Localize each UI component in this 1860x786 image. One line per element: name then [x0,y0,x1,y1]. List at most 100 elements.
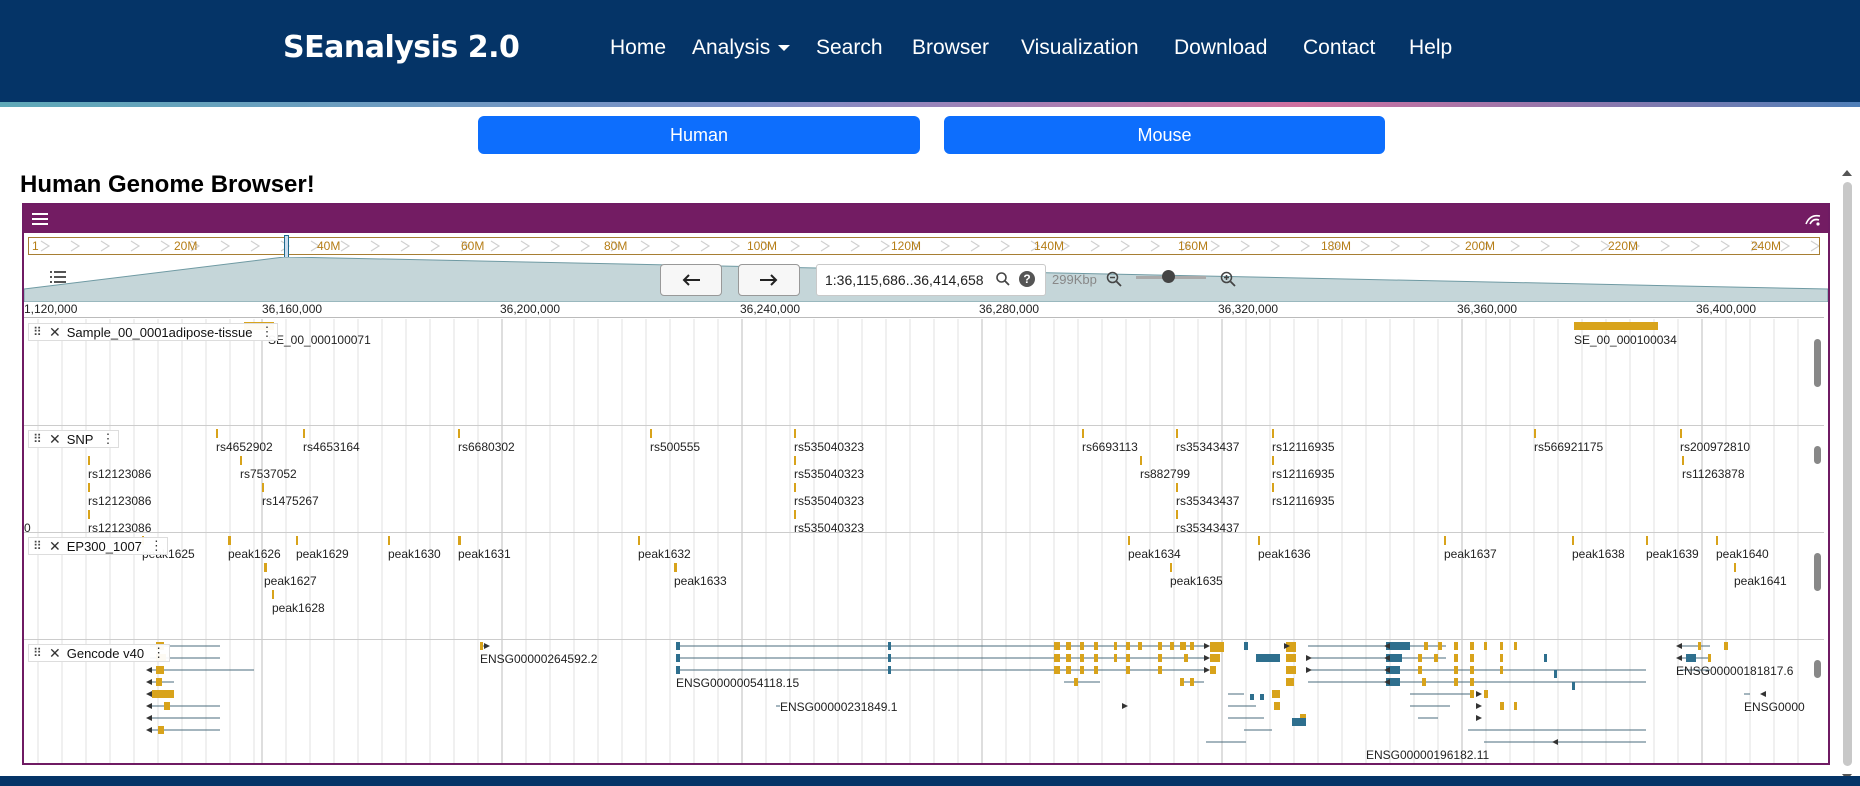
snp-marker[interactable] [1176,510,1178,519]
track-menu-icon[interactable]: ⋮ [150,538,163,554]
scroll-up-icon[interactable] [1842,170,1852,176]
drag-handle-icon[interactable]: ⠿ [33,647,43,659]
search-icon[interactable] [996,272,1010,286]
snp-label: rs11263878 [1682,467,1745,481]
mouse-button[interactable]: Mouse [944,116,1385,154]
page-scrollbar[interactable] [1838,170,1856,780]
snp-label: rs1475267 [262,494,319,508]
snp-marker[interactable] [1176,483,1178,492]
snp-marker[interactable] [458,429,460,438]
track-list-icon[interactable] [50,270,66,284]
peak-marker[interactable] [388,536,390,545]
zoom-slider-handle[interactable] [1162,270,1175,283]
snp-marker[interactable] [262,483,264,492]
snp-marker[interactable] [88,510,90,519]
peak-label: peak1628 [272,601,325,615]
snp-marker[interactable] [794,510,796,519]
peak-marker[interactable] [1170,563,1172,572]
snp-marker[interactable] [1272,456,1274,465]
track-scrollbar[interactable] [1812,535,1822,637]
track-scroll-thumb[interactable] [1814,446,1821,464]
peak-marker[interactable] [1128,536,1130,545]
track-scroll-thumb[interactable] [1814,339,1821,387]
drag-handle-icon[interactable]: ⠿ [33,433,43,445]
overview-viewport-marker[interactable] [284,235,289,259]
snp-marker[interactable] [794,456,796,465]
close-track-icon[interactable]: ✕ [49,324,61,341]
snp-marker[interactable] [1082,429,1084,438]
pan-right-button[interactable] [738,264,800,296]
close-track-icon[interactable]: ✕ [49,431,61,448]
track-menu-icon[interactable]: ⋮ [152,645,165,661]
track-scroll-thumb[interactable] [1814,553,1821,591]
track-label-adipose[interactable]: ⠿ ✕ Sample_00_0001adipose-tissue ⋮ [28,323,279,341]
chromosome-overview[interactable]: 1 20M 40M 60M 80M 100M 120M 140M 160M 18… [28,237,1820,255]
nav-home[interactable]: Home [610,36,666,60]
snp-marker[interactable] [1272,483,1274,492]
peak-marker[interactable] [1646,536,1648,545]
track-scrollbar[interactable] [1812,428,1822,530]
drag-handle-icon[interactable]: ⠿ [33,326,43,338]
track-scrollbar[interactable] [1812,642,1822,761]
zoom-in-icon[interactable] [1220,271,1236,287]
peak-marker[interactable] [1734,563,1736,572]
track-name: SNP [66,431,94,447]
snp-marker[interactable] [1534,429,1536,438]
snp-marker[interactable] [794,483,796,492]
peak-marker[interactable] [264,563,267,572]
close-track-icon[interactable]: ✕ [49,538,61,555]
drag-handle-icon[interactable]: ⠿ [33,540,43,552]
nav-download[interactable]: Download [1174,36,1267,60]
pan-left-button[interactable] [660,264,722,296]
peak-marker[interactable] [674,563,677,572]
page-scroll-thumb[interactable] [1843,182,1852,766]
coordinate-ruler[interactable]: 1,120,000 36,160,000 36,200,000 36,240,0… [24,301,1824,318]
snp-marker[interactable] [650,429,652,438]
peak-marker[interactable] [1444,536,1446,545]
snp-marker[interactable] [88,483,90,492]
peak-marker[interactable] [296,536,298,545]
track-menu-icon[interactable]: ⋮ [260,324,273,340]
nav-help[interactable]: Help [1409,36,1452,60]
nav-browser[interactable]: Browser [912,36,989,60]
snp-marker[interactable] [303,429,305,438]
peak-label: peak1627 [264,574,317,588]
snp-marker[interactable] [1140,456,1142,465]
nav-contact[interactable]: Contact [1303,36,1375,60]
brand-logo[interactable]: SEanalysis 2.0 [283,30,520,65]
peak-marker[interactable] [458,536,461,545]
track-menu-icon[interactable]: ⋮ [101,431,114,447]
peak-marker[interactable] [638,536,640,545]
nav-search[interactable]: Search [816,36,883,60]
peak-marker[interactable] [1572,536,1574,545]
help-icon[interactable]: ? [1019,271,1035,287]
zoom-out-icon[interactable] [1106,271,1122,287]
track-scroll-thumb[interactable] [1814,660,1821,678]
snp-marker[interactable] [1680,429,1682,438]
peak-marker[interactable] [1258,536,1260,545]
track-label-ep300[interactable]: ⠿ ✕ EP300_1007 ⋮ [28,537,168,555]
close-track-icon[interactable]: ✕ [49,645,61,662]
snp-marker[interactable] [1682,456,1684,465]
hamburger-menu-icon[interactable] [32,213,48,225]
nav-analysis[interactable]: Analysis [692,36,791,60]
snp-marker[interactable] [794,429,796,438]
nav-visualization[interactable]: Visualization [1021,36,1139,60]
snp-marker[interactable] [1272,429,1274,438]
overview-tick: 1 [32,239,39,253]
location-input[interactable]: 1:36,115,686..36,414,658 [816,264,1046,296]
snp-marker[interactable] [240,456,242,465]
track-label-gencode[interactable]: ⠿ ✕ Gencode v40 ⋮ [28,644,171,662]
peak-marker[interactable] [272,590,274,599]
track-label-snp[interactable]: ⠿ ✕ SNP ⋮ [28,430,120,448]
snp-marker[interactable] [88,456,90,465]
peak-marker[interactable] [228,536,231,545]
gene-models[interactable] [24,640,1824,763]
human-button[interactable]: Human [478,116,920,154]
track-scrollbar[interactable] [1812,321,1822,423]
peak-marker[interactable] [1716,536,1718,545]
snp-marker[interactable] [1176,429,1178,438]
snp-marker[interactable] [216,429,218,438]
overview-tick: 80M [604,239,628,253]
super-enhancer-feature[interactable] [1574,322,1658,330]
